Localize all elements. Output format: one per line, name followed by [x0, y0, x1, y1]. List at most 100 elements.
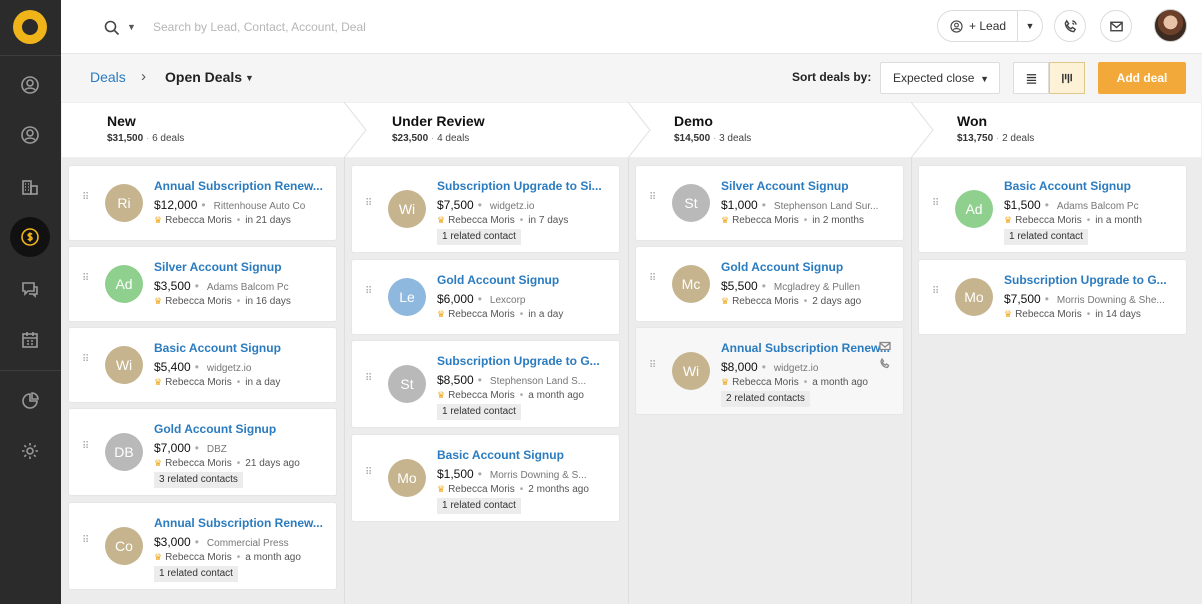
related-contacts-badge[interactable]: 1 related contact	[154, 566, 238, 582]
deal-title-link[interactable]: Gold Account Signup	[437, 273, 559, 287]
drag-handle-icon[interactable]: ⠿	[649, 193, 657, 211]
crown-icon: ♛	[154, 458, 163, 468]
related-contacts-badge[interactable]: 1 related contact	[437, 229, 521, 245]
mail-icon[interactable]	[879, 340, 891, 352]
breadcrumb-deals-link[interactable]: Deals	[90, 69, 126, 85]
search-input[interactable]	[153, 16, 553, 38]
drag-handle-icon[interactable]: ⠿	[82, 193, 90, 211]
search-scope-caret-icon[interactable]: ▼	[127, 22, 136, 32]
drag-handle-icon[interactable]: ⠿	[365, 374, 373, 392]
deal-title-link[interactable]: Annual Subscription Renew...	[721, 341, 890, 355]
deal-owner-line: ♛ Rebecca Moris • in 21 days	[154, 215, 291, 226]
deal-title-link[interactable]: Silver Account Signup	[154, 260, 282, 274]
deal-card[interactable]: ⠿ St Subscription Upgrade to G... $8,500…	[352, 341, 619, 427]
stage-title: New	[107, 113, 136, 129]
related-contacts-badge[interactable]: 1 related contact	[1004, 229, 1088, 245]
deal-owner: Rebecca Moris	[165, 552, 232, 563]
deal-card[interactable]: ⠿ Ad Silver Account Signup $3,500 • Adams …	[69, 247, 336, 321]
account-avatar: Wi	[672, 352, 710, 390]
mail-button[interactable]	[1100, 10, 1132, 42]
deal-title-link[interactable]: Silver Account Signup	[721, 179, 849, 193]
deal-organization: Commercial Press	[206, 538, 289, 549]
deal-title-link[interactable]: Basic Account Signup	[154, 341, 281, 355]
drag-handle-icon[interactable]: ⠿	[365, 468, 373, 486]
deal-card[interactable]: ⠿ Wi Annual Subscription Renew... $8,000…	[636, 328, 903, 414]
related-contacts-badge[interactable]: 1 related contact	[437, 404, 521, 420]
deal-owner-line: ♛ Rebecca Moris • 2 months ago	[437, 484, 589, 495]
deal-close-time: in a day	[528, 309, 564, 320]
reports-icon[interactable]	[17, 388, 43, 414]
crown-icon: ♛	[154, 552, 163, 562]
deal-card[interactable]: ⠿ Mc Gold Account Signup $5,500 • Mcgladre…	[636, 247, 903, 321]
deal-title-link[interactable]: Subscription Upgrade to Si...	[437, 179, 602, 193]
add-deal-button[interactable]: Add deal	[1098, 62, 1186, 94]
related-contacts-badge[interactable]: 1 related contact	[437, 498, 521, 514]
deal-title-link[interactable]: Annual Subscription Renew...	[154, 179, 323, 193]
deal-card[interactable]: ⠿ Wi Subscription Upgrade to Si... $7,50…	[352, 166, 619, 252]
deal-organization: Morris Downing & S...	[489, 470, 587, 481]
deal-card[interactable]: ⠿ Ri Annual Subscription Renew... $12,00…	[69, 166, 336, 240]
deal-title-link[interactable]: Gold Account Signup	[721, 260, 843, 274]
drag-handle-icon[interactable]: ⠿	[932, 199, 940, 217]
drag-handle-icon[interactable]: ⠿	[82, 442, 90, 460]
deal-card[interactable]: ⠿ Wi Basic Account Signup $5,400 • widgetz…	[69, 328, 336, 402]
deal-title-link[interactable]: Basic Account Signup	[1004, 179, 1131, 193]
deal-title-link[interactable]: Basic Account Signup	[437, 448, 564, 462]
drag-handle-icon[interactable]: ⠿	[365, 199, 373, 217]
chat-icon[interactable]	[17, 276, 43, 302]
crown-icon: ♛	[721, 215, 730, 225]
add-lead-caret-icon[interactable]: ▼	[1018, 21, 1042, 31]
pipeline-selector[interactable]: Open Deals	[165, 69, 242, 85]
accounts-icon[interactable]	[17, 174, 43, 200]
deals-icon[interactable]	[10, 217, 50, 257]
deal-title-link[interactable]: Annual Subscription Renew...	[154, 516, 323, 530]
drag-handle-icon[interactable]: ⠿	[82, 536, 90, 554]
deal-card[interactable]: ⠿ St Silver Account Signup $1,000 • Stephe…	[636, 166, 903, 240]
search-icon[interactable]	[103, 19, 121, 37]
drag-handle-icon[interactable]: ⠿	[649, 274, 657, 292]
drag-handle-icon[interactable]: ⠿	[932, 287, 940, 305]
phone-button[interactable]	[1054, 10, 1086, 42]
deal-card[interactable]: ⠿ Mo Basic Account Signup $1,500 • Morris …	[352, 435, 619, 521]
deal-owner-line: ♛ Rebecca Moris • in 14 days	[1004, 309, 1141, 320]
drag-handle-icon[interactable]: ⠿	[82, 355, 90, 373]
deal-close-time: in a month	[1095, 215, 1142, 226]
user-avatar[interactable]	[1154, 9, 1187, 42]
sidebar-divider	[0, 370, 61, 371]
drag-handle-icon[interactable]: ⠿	[82, 274, 90, 292]
calendar-icon[interactable]	[17, 327, 43, 353]
leads-icon[interactable]	[17, 72, 43, 98]
deal-title-link[interactable]: Gold Account Signup	[154, 422, 276, 436]
logo-icon[interactable]	[13, 10, 47, 44]
deal-card[interactable]: ⠿ Mo Subscription Upgrade to G... $7,500…	[919, 260, 1186, 334]
related-contacts-badge[interactable]: 3 related contacts	[154, 472, 243, 488]
deal-amount: $6,000	[437, 292, 474, 306]
list-view-button[interactable]	[1013, 62, 1049, 94]
list-icon	[1026, 73, 1036, 84]
kanban-view-button[interactable]	[1049, 62, 1085, 94]
deal-organization: Adams Balcom Pc	[1056, 201, 1139, 212]
sort-select[interactable]: Expected close ▼	[880, 62, 1000, 94]
deal-title-link[interactable]: Subscription Upgrade to G...	[437, 354, 600, 368]
drag-handle-icon[interactable]: ⠿	[649, 361, 657, 379]
deal-owner: Rebecca Moris	[165, 296, 232, 307]
account-avatar: Co	[105, 527, 143, 565]
stage-header-demo: Demo $14,500 · 3 deals	[628, 102, 911, 158]
add-lead-button[interactable]: + Lead ▼	[937, 10, 1043, 42]
pipeline-caret-icon[interactable]: ▼	[245, 73, 254, 83]
deal-card[interactable]: ⠿ Co Annual Subscription Renew... $3,000…	[69, 503, 336, 589]
crown-icon: ♛	[1004, 215, 1013, 225]
deal-card[interactable]: ⠿ Le Gold Account Signup $6,000 • Lexcorp …	[352, 260, 619, 334]
deal-organization: Morris Downing & She...	[1056, 295, 1165, 306]
phone-icon[interactable]	[879, 358, 891, 370]
settings-icon[interactable]	[17, 438, 43, 464]
deal-title-link[interactable]: Subscription Upgrade to G...	[1004, 273, 1167, 287]
toolbar: Deals › Open Deals ▼ Sort deals by: Expe…	[61, 54, 1202, 102]
stage-header-won: Won $13,750 · 2 deals	[911, 102, 1202, 158]
deal-card[interactable]: ⠿ DB Gold Account Signup $7,000 • DBZ ♛ Reb…	[69, 409, 336, 495]
related-contacts-badge[interactable]: 2 related contacts	[721, 391, 810, 407]
contacts-icon[interactable]	[17, 122, 43, 148]
deal-card[interactable]: ⠿ Ad Basic Account Signup $1,500 • Adams B…	[919, 166, 1186, 252]
drag-handle-icon[interactable]: ⠿	[365, 287, 373, 305]
deal-owner: Rebecca Moris	[165, 458, 232, 469]
